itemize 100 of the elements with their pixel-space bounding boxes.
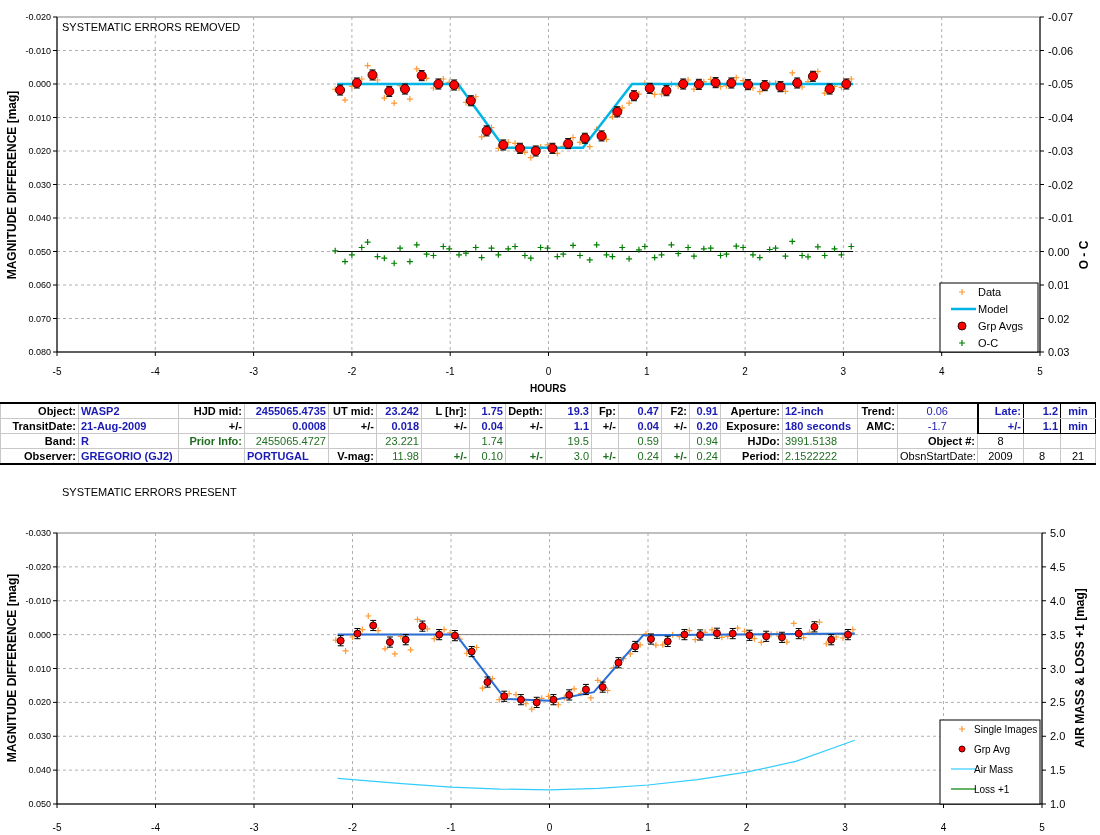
table-cell: 19.3 xyxy=(545,403,592,419)
axis-tick-label: -0.04 xyxy=(1048,111,1074,124)
chart-title: SYSTEMATIC ERRORS PRESENT xyxy=(62,486,237,498)
axis-tick-label: -0.05 xyxy=(1048,78,1074,90)
table-cell: 0.47 xyxy=(618,403,662,419)
axis-tick-label: -4 xyxy=(150,366,160,377)
table-cell: 0.0008 xyxy=(244,418,329,434)
table-cell: 0.04 xyxy=(618,418,662,434)
axis-tick-label: 3.0 xyxy=(1050,662,1066,675)
table-cell: UT mid: xyxy=(328,403,377,419)
table-cell: 0.04 xyxy=(469,418,506,434)
table-cell: 0.018 xyxy=(376,418,422,434)
axis-tick-label: 0.03 xyxy=(1048,346,1070,358)
table-cell: 8 xyxy=(977,433,1024,449)
axis-tick-label: 2 xyxy=(743,822,750,833)
legend-label: Grp Avgs xyxy=(978,320,1024,332)
axis-tick-label: -5 xyxy=(52,822,62,833)
axis-tick-label: -0.06 xyxy=(1048,44,1074,57)
axis-tick-label: 0.050 xyxy=(28,799,51,809)
axis-title: O - C xyxy=(1077,240,1091,270)
table-cell: +/- xyxy=(591,418,619,434)
table-cell: min xyxy=(1060,403,1096,419)
table-cell: 1.74 xyxy=(469,433,506,449)
axis-tick-label: -5 xyxy=(52,366,62,377)
axis-tick-label: -0.020 xyxy=(25,12,51,22)
axis-tick-label: 0.010 xyxy=(28,663,51,674)
axis-tick-label: 4 xyxy=(938,366,945,377)
table-cell: F2: xyxy=(661,403,690,419)
table-cell: +/- xyxy=(977,418,1024,434)
axis-tick-label: 0.02 xyxy=(1048,312,1070,325)
axis-tick-label: 0.000 xyxy=(28,79,51,89)
axis-tick-label: 0.040 xyxy=(28,213,51,223)
axis-tick-label: 2.5 xyxy=(1050,696,1066,709)
table-cell: +/- xyxy=(505,418,546,434)
table-cell: Depth: xyxy=(505,403,546,419)
axis-tick-label: -0.02 xyxy=(1048,178,1074,191)
axis-tick-label: 0 xyxy=(545,366,552,377)
legend-label: Single Images xyxy=(974,724,1038,735)
table-cell: 180 seconds xyxy=(782,418,858,434)
table-cell: 2455065.4735 xyxy=(244,403,329,419)
table-cell: Aperture: xyxy=(720,403,783,419)
axis-tick-label: -2 xyxy=(347,366,357,377)
axis-tick-label: 1.0 xyxy=(1050,798,1066,810)
axis-tick-label: 0.060 xyxy=(28,280,51,290)
table-cell: Fp: xyxy=(591,403,619,419)
table-cell: R xyxy=(78,433,179,449)
axis-tick-label: 5 xyxy=(1039,822,1045,833)
table-cell: Band: xyxy=(0,433,79,449)
table-cell: L [hr]: xyxy=(421,403,470,419)
axis-tick-label: 0.010 xyxy=(28,112,51,123)
legend-label: Grp Avg xyxy=(974,744,1010,755)
table-cell: 0.20 xyxy=(689,418,721,434)
axis-tick-label: 1.5 xyxy=(1050,764,1066,777)
table-cell: AMC: xyxy=(857,418,898,434)
table-cell: GREGORIO (GJ2) xyxy=(78,448,179,464)
axis-tick-label: 0.00 xyxy=(1048,245,1070,258)
table-cell: +/- xyxy=(328,418,377,434)
table-cell: 12-inch xyxy=(782,403,858,419)
axis-title: MAGNITUDE DIFFERENCE [mag] xyxy=(5,573,19,763)
axis-tick-label: 0.000 xyxy=(28,629,51,640)
legend-label: Model xyxy=(978,303,1008,315)
axis-tick-label: -4 xyxy=(151,822,160,833)
table-cell: 0.94 xyxy=(689,433,721,449)
axis-title: HOURS xyxy=(529,383,567,394)
chart-title: SYSTEMATIC ERRORS REMOVED xyxy=(62,21,241,33)
axis-tick-label: -0.03 xyxy=(1048,145,1074,157)
axis-tick-label: 0.020 xyxy=(28,697,51,708)
axis-tick-label: 5 xyxy=(1037,366,1043,377)
table-cell: WASP2 xyxy=(78,403,179,419)
table-cell: 0.59 xyxy=(618,433,662,449)
table-cell: Object: xyxy=(0,403,79,419)
axis-title: AIR MASS & LOSS +1 [mag] xyxy=(1073,588,1087,748)
axis-tick-label: 5.0 xyxy=(1050,527,1066,539)
axis-tick-label: 0.01 xyxy=(1048,279,1070,291)
table-cell: HJDo: xyxy=(720,433,783,449)
legend-label: Air Mass xyxy=(974,764,1013,775)
axis-tick-label: -0.010 xyxy=(25,595,51,606)
axis-tick-label: 1 xyxy=(645,822,651,833)
table-cell: +/- xyxy=(661,418,690,434)
table-cell: Late: xyxy=(977,403,1024,419)
table-cell: 19.5 xyxy=(545,433,592,449)
axis-tick-label: -0.07 xyxy=(1048,11,1074,23)
table-cell: 2.1522222 xyxy=(782,448,858,464)
table-cell: 1.2 xyxy=(1023,403,1061,419)
table-cell: 3991.5138 xyxy=(782,433,858,449)
axis-tick-label: 3 xyxy=(842,822,848,833)
axis-tick-label: -0.020 xyxy=(25,561,51,572)
axis-tick-label: 3.5 xyxy=(1050,628,1066,641)
axis-tick-label: 0.070 xyxy=(28,313,51,324)
table-cell: Observer: xyxy=(0,448,79,464)
axis-tick-label: 2.0 xyxy=(1050,730,1066,743)
table-cell: Prior Info: xyxy=(178,433,245,449)
axis-title: MAGNITUDE DIFFERENCE [mag] xyxy=(5,90,19,280)
axis-tick-label: 0.040 xyxy=(28,765,51,776)
axis-tick-label: -1 xyxy=(446,822,456,833)
table-cell: PORTUGAL xyxy=(244,448,329,464)
table-cell: 23.242 xyxy=(376,403,422,419)
axis-tick-label: -1 xyxy=(445,366,455,377)
table-cell: +/- xyxy=(178,418,245,434)
table-cell: 2455065.4727 xyxy=(244,433,329,449)
